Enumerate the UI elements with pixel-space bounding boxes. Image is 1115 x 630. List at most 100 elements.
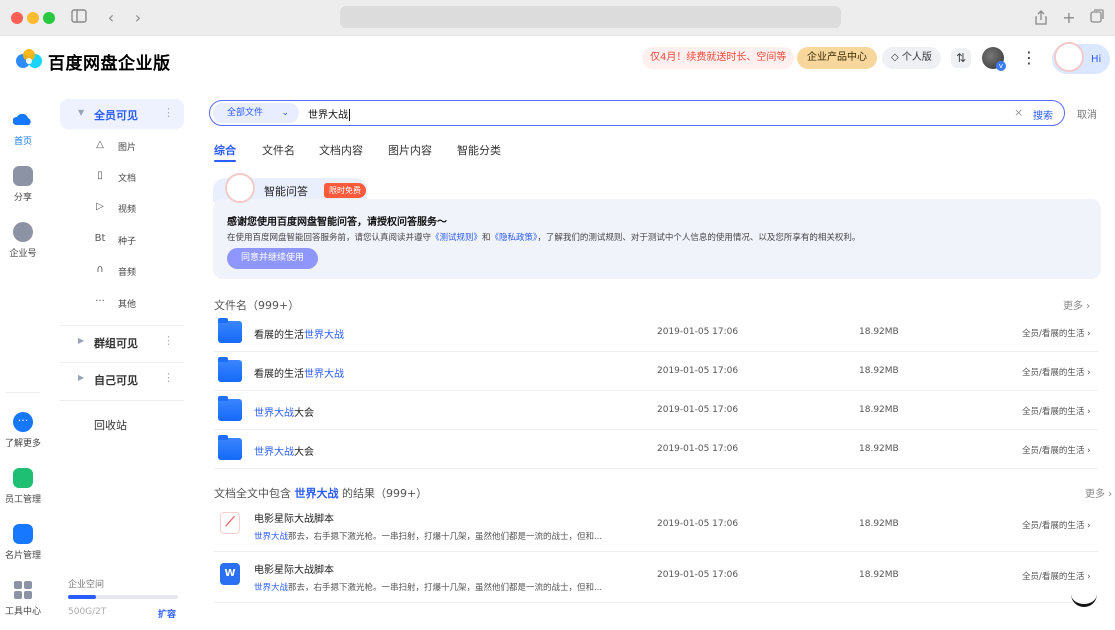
snippet-text: 那去，右手摁下激光枪。一串扫射，打爆十几架，虽然他们都是一流的战士，但和... [288, 532, 603, 542]
tabs-overview-icon[interactable] [1088, 9, 1106, 27]
name-text: 大会 [294, 408, 314, 419]
search-box[interactable]: 全部文件 ⌄ 世界大战 × 搜索 [209, 100, 1065, 126]
more-menu-icon[interactable]: ⋮ [1021, 49, 1037, 67]
content-section-title: 文档全文中包含 世界大战 的结果（999+） [214, 485, 427, 501]
nav-sub-label: 其他 [118, 300, 137, 310]
window-minimize-button[interactable] [27, 12, 39, 24]
file-name: 看展的生活世界大战 [254, 326, 344, 341]
nav-sub-other[interactable]: ··· 其他 [94, 293, 194, 313]
rail-share-label: 分享 [13, 193, 32, 203]
file-path-link[interactable]: 全员/看展的生活 › [1022, 405, 1090, 417]
file-row[interactable]: 看展的生活世界大战 2019-01-05 17:06 18.92MB 全员/看展… [214, 353, 1098, 391]
ai-desc-text: 和 [482, 233, 491, 243]
document-row[interactable]: W 电影星际大战脚本 世界大战那去，右手摁下激光枪。一串扫射，打爆十几架，虽然他… [214, 553, 1098, 603]
kebab-icon[interactable]: ⋮ [163, 371, 174, 384]
nav-group-private[interactable]: ▶ 自己可见 ⋮ [60, 364, 184, 394]
search-results: 全部文件 ⌄ 世界大战 × 搜索 取消 综合 文件名 文档内容 图片内容 智能分… [194, 82, 1115, 630]
file-path-link[interactable]: 全员/看展的生活 › [1022, 519, 1090, 531]
search-button[interactable]: 搜索 [1033, 107, 1053, 122]
nav-sub-torrents[interactable]: Bt 种子 [94, 230, 194, 250]
forward-icon[interactable]: › [129, 9, 147, 27]
file-row[interactable]: 看展的生活世界大战 2019-01-05 17:06 18.92MB 全员/看展… [214, 314, 1098, 352]
support-headset-icon[interactable] [1071, 589, 1097, 607]
baidu-netdisk-logo[interactable] [14, 47, 44, 71]
nav-sub-label: 种子 [118, 237, 137, 247]
rail-home[interactable]: 首页 [0, 110, 46, 147]
search-query: 世界大战 [308, 110, 348, 121]
clear-search-icon[interactable]: × [1014, 106, 1023, 119]
section-title-highlight: 世界大战 [294, 487, 339, 500]
product-center-button[interactable]: 企业产品中心 [797, 47, 877, 69]
rail-tools[interactable]: 工具中心 [0, 580, 46, 617]
privacy-link[interactable]: 《隐私政策》 [491, 233, 538, 243]
content-more-link[interactable]: 更多 › [1085, 485, 1112, 500]
document-row[interactable]: ⟋ 电影星际大战脚本 世界大战那去，右手摁下激光枪。一串扫射，打爆十几架，虽然他… [214, 502, 1098, 552]
agree-continue-button[interactable]: 同意并继续使用 [227, 248, 318, 269]
assistant-mascot-icon[interactable] [1054, 42, 1084, 72]
promo-banner[interactable]: 仅4月！续费就送时长、空间等 [642, 47, 795, 69]
nav-sub-documents[interactable]: ▯ 文档 [94, 167, 194, 187]
nav-group-label: 全员可见 [94, 109, 138, 122]
tab-image-content[interactable]: 图片内容 [388, 142, 432, 158]
folder-icon [218, 357, 242, 382]
file-path-link[interactable]: 全员/看展的生活 › [1022, 570, 1090, 582]
tools-icon [13, 580, 33, 600]
back-icon[interactable]: ‹ [102, 9, 120, 27]
file-path-link[interactable]: 全员/看展的生活 › [1022, 444, 1090, 456]
tab-filename[interactable]: 文件名 [262, 142, 295, 158]
share-icon[interactable] [1032, 9, 1050, 27]
file-size: 18.92MB [859, 405, 899, 415]
search-input[interactable]: 世界大战 [308, 106, 350, 121]
file-size: 18.92MB [859, 366, 899, 376]
file-path-link[interactable]: 全员/看展的生活 › [1022, 366, 1090, 378]
name-highlight: 世界大战 [304, 330, 344, 341]
file-date: 2019-01-05 17:06 [657, 444, 739, 454]
file-path-link[interactable]: 全员/看展的生活 › [1022, 327, 1090, 339]
pdf-file-icon: ⟋ [220, 512, 240, 534]
nav-sub-images[interactable]: △ 图片 [94, 136, 194, 156]
cancel-search-button[interactable]: 取消 [1077, 106, 1097, 121]
assistant-greeting[interactable]: Hi [1091, 54, 1101, 65]
name-text: 看展的生活 [254, 330, 304, 341]
rail-card-label: 名片管理 [4, 551, 41, 561]
search-scope-label: 全部文件 [227, 108, 264, 118]
rail-card[interactable]: 名片管理 [0, 524, 46, 561]
document-icon: ▯ [97, 170, 103, 181]
tab-smart-category[interactable]: 智能分类 [457, 142, 501, 158]
tab-overview[interactable]: 综合 [214, 142, 236, 162]
filename-more-link[interactable]: 更多 › [1063, 297, 1090, 312]
kebab-icon[interactable]: ⋮ [163, 106, 174, 119]
more-dots-icon: ··· [95, 296, 105, 307]
address-bar[interactable] [340, 6, 841, 28]
name-highlight: 世界大战 [304, 369, 344, 380]
rail-share[interactable]: 分享 [0, 166, 46, 203]
rail-learn-more[interactable]: ··· 了解更多 [0, 412, 46, 449]
kebab-icon[interactable]: ⋮ [163, 334, 174, 347]
recycle-bin[interactable]: 回收站 [94, 417, 127, 433]
personal-edition-button[interactable]: ◇ 个人版 [882, 47, 941, 69]
space-label: 企业空间 [68, 580, 105, 590]
nav-group-groups[interactable]: ▶ 群组可见 ⋮ [60, 327, 184, 357]
window-zoom-button[interactable] [43, 12, 55, 24]
vip-badge-icon: v [996, 61, 1006, 71]
nav-sub-videos[interactable]: ▷ 视频 [94, 198, 194, 218]
file-row[interactable]: 世界大战大会 2019-01-05 17:06 18.92MB 全员/看展的生活… [214, 392, 1098, 430]
rail-enterprise[interactable]: 企业号 [0, 222, 46, 259]
name-text: 看展的生活 [254, 369, 304, 380]
tab-doc-content[interactable]: 文档内容 [319, 142, 363, 158]
file-row[interactable]: 世界大战大会 2019-01-05 17:06 18.92MB 全员/看展的生活… [214, 431, 1098, 469]
nav-sub-audio[interactable]: ∩ 音频 [94, 261, 194, 281]
transfer-list-icon[interactable]: ⇅ [951, 48, 971, 68]
new-tab-icon[interactable]: + [1060, 9, 1078, 27]
expand-space-link[interactable]: 扩容 [158, 607, 176, 620]
window-close-button[interactable] [11, 12, 23, 24]
staff-icon [13, 468, 33, 488]
nav-group-all-staff[interactable]: ▼ 全员可见 ⋮ [60, 99, 184, 129]
rail-staff[interactable]: 员工管理 [0, 468, 46, 505]
space-progress-bar [68, 595, 178, 599]
sidebar-toggle-icon[interactable] [70, 9, 88, 27]
headphones-icon: ∩ [96, 264, 104, 275]
rules-link[interactable]: 《测试规则》 [431, 233, 482, 243]
search-scope-dropdown[interactable]: 全部文件 ⌄ [213, 103, 299, 123]
file-date: 2019-01-05 17:06 [657, 405, 739, 415]
